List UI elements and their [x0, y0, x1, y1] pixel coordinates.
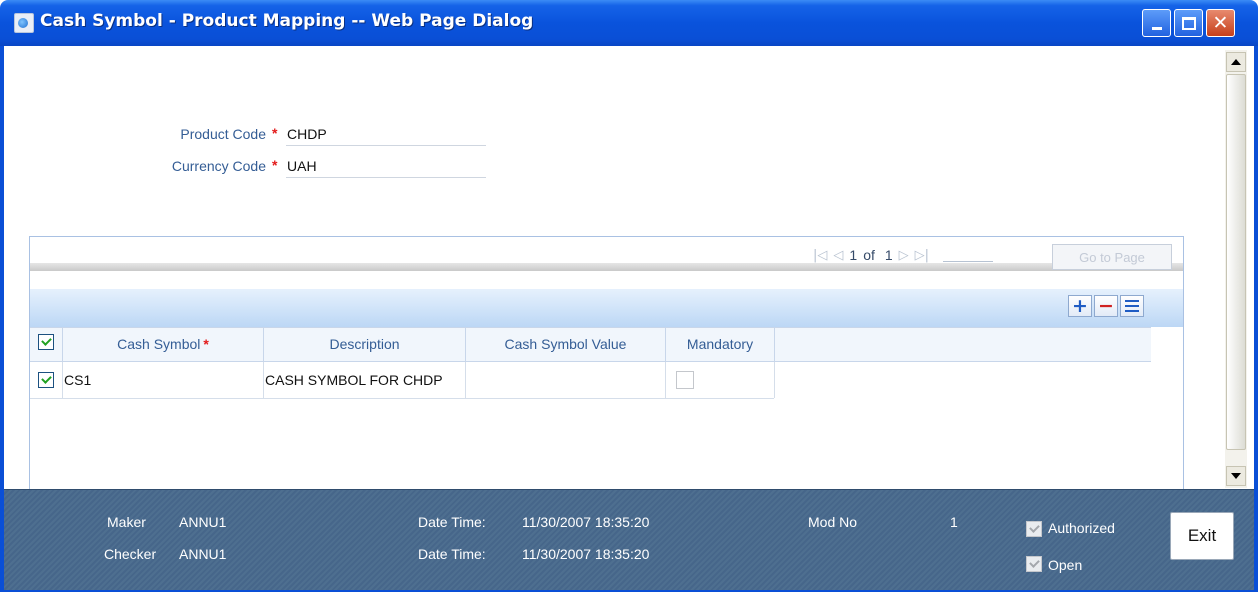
select-all-checkbox[interactable]: [38, 334, 54, 350]
select-all-cell: [30, 328, 63, 361]
ie-dialog-icon: [14, 13, 34, 33]
go-to-page-button[interactable]: Go to Page: [1052, 244, 1172, 270]
open-label: Open: [1048, 557, 1083, 573]
minimize-icon: [1151, 26, 1162, 30]
open-checkbox: [1026, 556, 1042, 572]
title-bar[interactable]: Cash Symbol - Product Mapping -- Web Pag…: [0, 0, 1258, 46]
cash-symbol-grid-panel: |◁ ◁ 1 of 1 ▷ ▷| Go to Page + − Cash Sym…: [29, 236, 1184, 490]
maximize-icon: [1181, 16, 1196, 30]
add-row-button[interactable]: +: [1068, 295, 1092, 317]
current-page: 1: [849, 247, 858, 263]
product-code-required-mark: *: [272, 125, 278, 141]
authorized-label: Authorized: [1048, 520, 1115, 536]
arrow-up-icon: [1231, 59, 1241, 65]
pager: |◁ ◁ 1 of 1 ▷ ▷|: [813, 247, 994, 263]
single-view-button[interactable]: [1120, 295, 1144, 317]
first-page-icon[interactable]: |◁: [813, 248, 827, 263]
goto-page-input[interactable]: [943, 248, 994, 262]
checker-datetime-value: 11/30/2007 18:35:20: [522, 546, 650, 562]
window-title: Cash Symbol - Product Mapping -- Web Pag…: [40, 11, 534, 31]
currency-code-required-mark: *: [272, 157, 278, 173]
audit-footer: [4, 489, 1254, 592]
column-header-mandatory[interactable]: Mandatory: [666, 328, 775, 361]
minus-icon: −: [1098, 294, 1114, 317]
table-row[interactable]: CS1 CASH SYMBOL FOR CHDP: [30, 362, 775, 399]
last-page-icon[interactable]: ▷|: [915, 248, 929, 263]
row-select-checkbox[interactable]: [38, 372, 54, 388]
maker-datetime-label: Date Time:: [418, 514, 486, 530]
column-header-cash-symbol[interactable]: Cash Symbol *: [63, 328, 264, 361]
product-code-label: Product Code: [180, 126, 266, 142]
scroll-thumb[interactable]: [1226, 74, 1246, 450]
maker-datetime-value: 11/30/2007 18:35:20: [522, 514, 650, 530]
window-frame-right: [1254, 46, 1258, 592]
row-select-cell: [30, 362, 63, 398]
checker-label: Checker: [104, 546, 157, 562]
grid-toolbar: [30, 289, 1183, 327]
cash-symbol-required-mark: *: [203, 336, 209, 352]
minimize-button[interactable]: [1142, 9, 1171, 37]
close-icon: ✕: [1212, 11, 1229, 34]
exit-button[interactable]: Exit: [1170, 512, 1234, 560]
authorized-checkbox: [1026, 521, 1042, 537]
description-cell[interactable]: CASH SYMBOL FOR CHDP: [264, 362, 466, 398]
maker-value: ANNU1: [179, 514, 227, 530]
vertical-scrollbar[interactable]: [1225, 50, 1247, 488]
maximize-button[interactable]: [1174, 9, 1203, 37]
scroll-down-button[interactable]: [1226, 466, 1246, 486]
checker-datetime-label: Date Time:: [418, 546, 486, 562]
single-view-icon: [1125, 300, 1139, 312]
scroll-up-button[interactable]: [1226, 52, 1246, 72]
pager-band: [30, 263, 1183, 271]
next-page-icon[interactable]: ▷: [899, 248, 909, 263]
delete-row-button[interactable]: −: [1094, 295, 1118, 317]
cash-symbol-value-cell[interactable]: [466, 362, 666, 398]
mod-no-label: Mod No: [808, 514, 858, 530]
maker-label: Maker: [107, 514, 146, 530]
mandatory-cell: [666, 362, 775, 398]
previous-page-icon[interactable]: ◁: [833, 248, 843, 263]
checker-value: ANNU1: [179, 546, 227, 562]
close-button[interactable]: ✕: [1206, 9, 1235, 37]
column-header-description[interactable]: Description: [264, 328, 466, 361]
cash-symbol-header-label: Cash Symbol: [117, 336, 201, 352]
mod-no-value: 1: [950, 514, 958, 530]
currency-code-field[interactable]: UAH: [286, 156, 486, 178]
column-header-cash-symbol-value[interactable]: Cash Symbol Value: [466, 328, 666, 361]
product-code-field[interactable]: CHDP: [286, 124, 486, 146]
mandatory-checkbox[interactable]: [676, 371, 694, 389]
page-of-label: of: [863, 247, 875, 263]
grid-header-row: Cash Symbol * Description Cash Symbol Val…: [30, 327, 1151, 362]
total-pages: 1: [884, 247, 893, 263]
plus-icon: +: [1072, 294, 1088, 317]
currency-code-label: Currency Code: [171, 158, 266, 174]
arrow-down-icon: [1231, 473, 1241, 479]
cash-symbol-cell[interactable]: CS1: [63, 362, 264, 398]
